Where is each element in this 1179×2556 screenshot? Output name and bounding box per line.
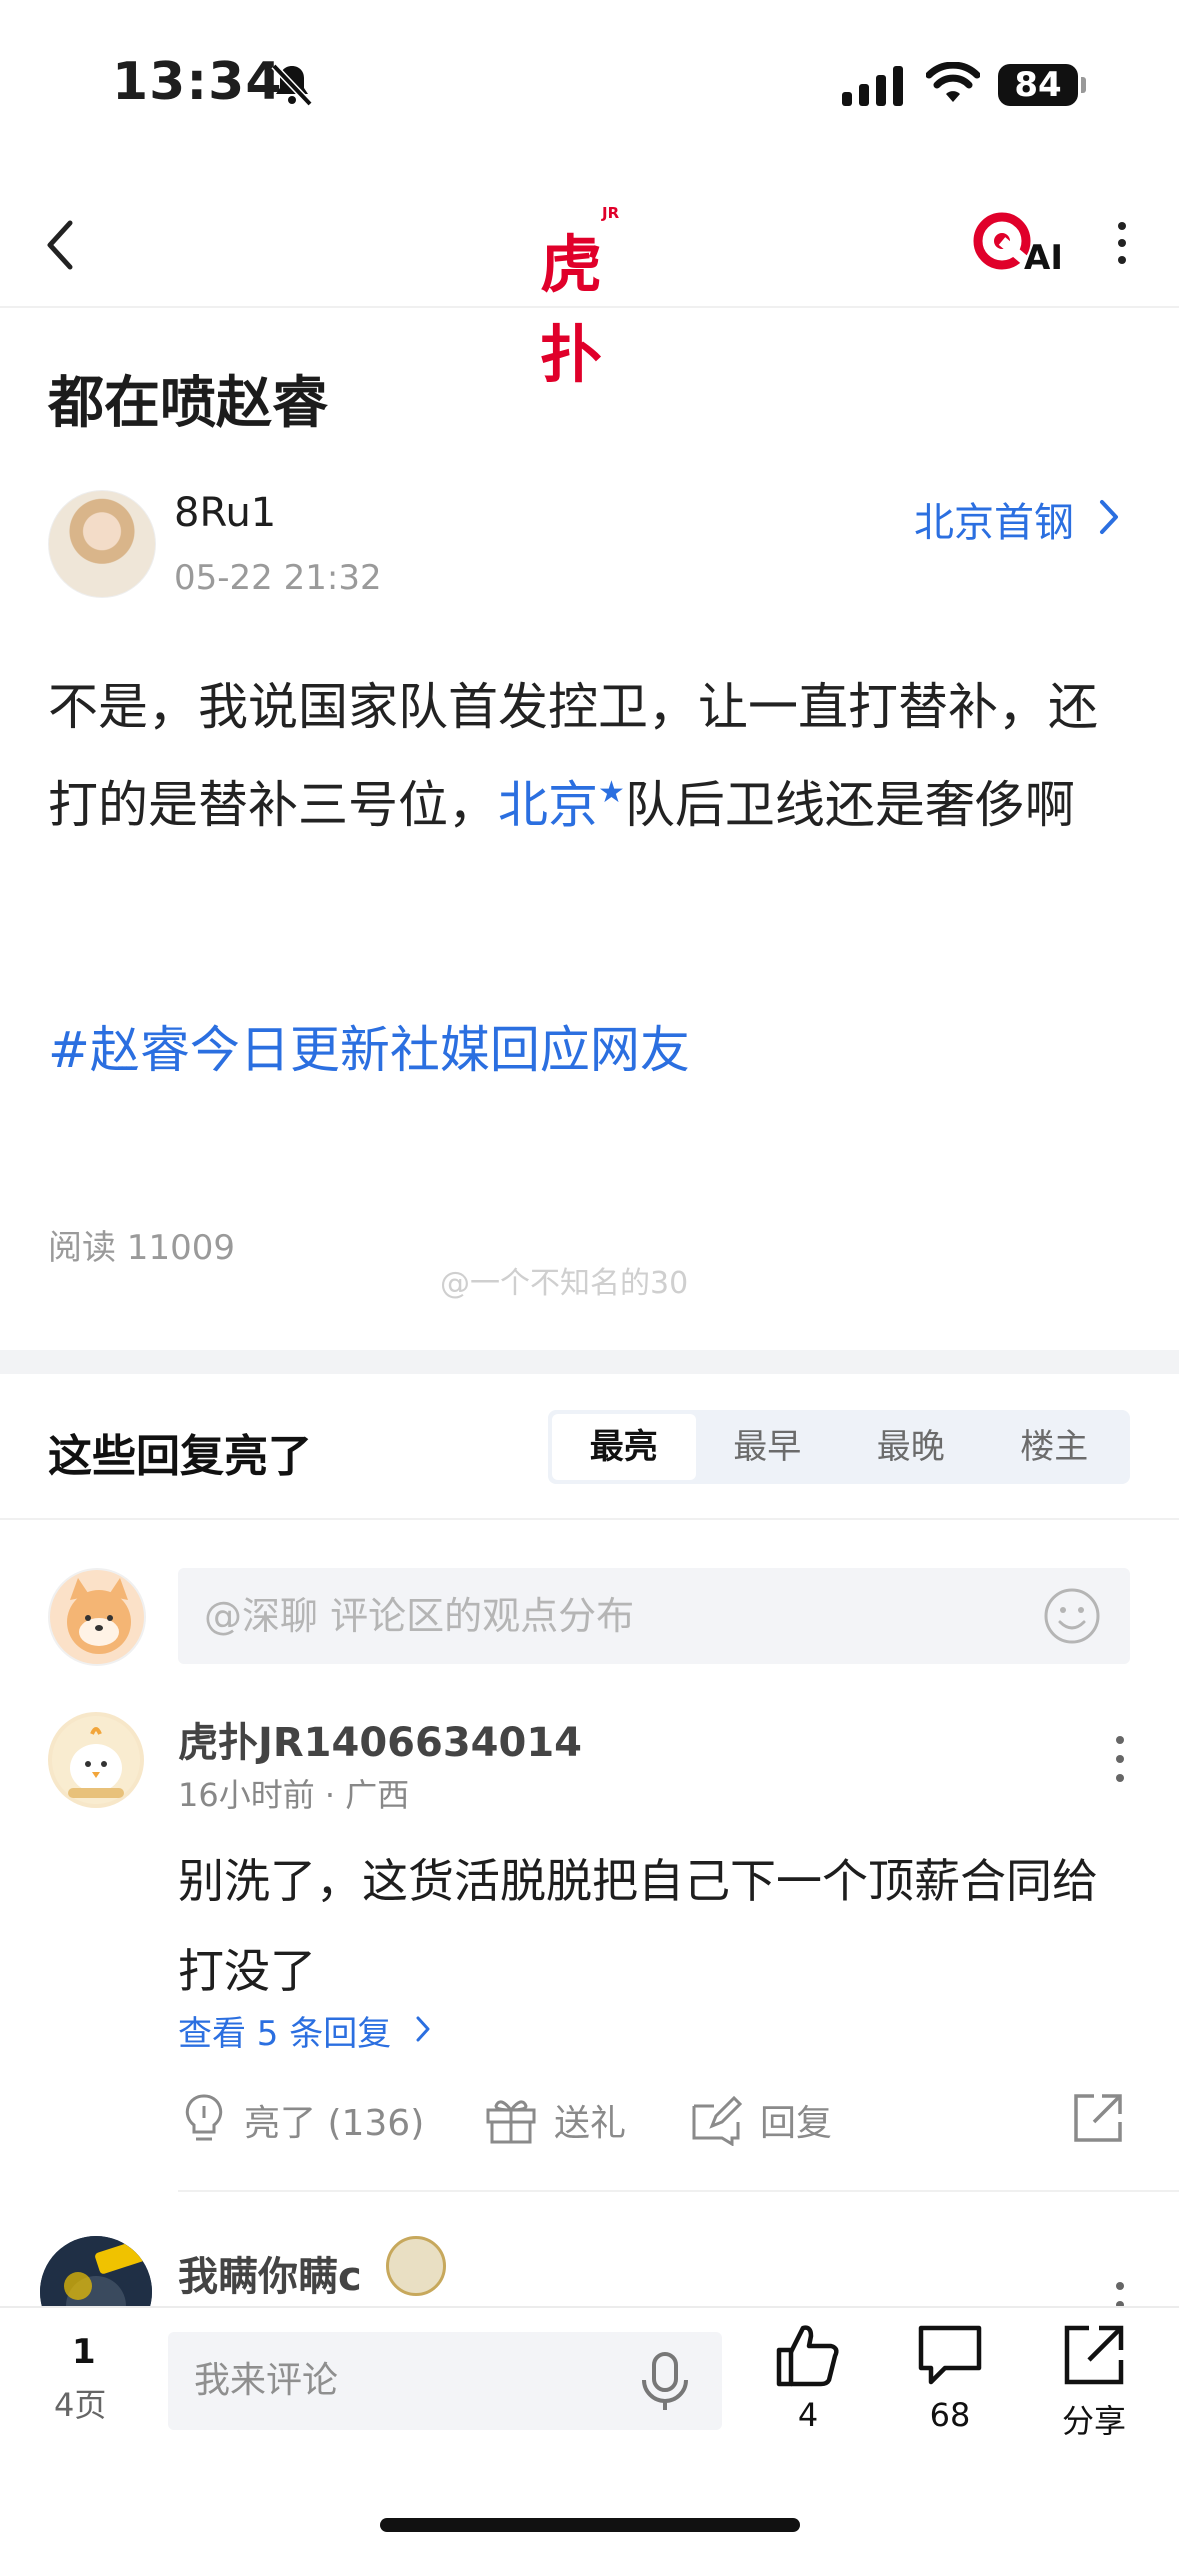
topic-tag[interactable]: #赵睿今日更新社媒回应网友 [48,1010,690,1082]
share-button[interactable]: 分享 [1056,2322,1132,2452]
status-time: 13:34 [112,52,283,112]
author-name[interactable]: 8Ru1 [174,490,276,536]
ai-label[interactable]: AI [1024,238,1063,278]
bell-slash-icon [271,63,313,107]
share-out-icon[interactable] [1070,2090,1126,2146]
replies-section-title: 这些回复亮了 [48,1431,312,1482]
author-avatar[interactable] [48,490,156,598]
light-button[interactable]: 亮了 (136) [180,2080,424,2160]
reply-edit-icon [692,2095,743,2146]
comment-meta: 16小时前 · 广西 [178,1776,410,1814]
tab-earliest[interactable]: 最早 [696,1414,840,1480]
comment-text: 别洗了，这货活脱脱把自己下一个顶薪合同给打没了 [178,1854,1098,1998]
user-badge-icon [386,2236,446,2296]
like-count: 4 [797,2396,819,2434]
read-count: 阅读 11009 [48,1228,235,1268]
divider [178,2190,1179,2192]
share-label: 分享 [1061,2402,1126,2440]
chevron-right-icon[interactable] [1096,496,1120,538]
post-body: 不是，我说国家队首发控卫，让一直打替补，还打的是替补三号位，北京★队后卫线还是奢… [48,664,1138,848]
divider [0,1518,1179,1520]
sort-tabs: 最亮 最早 最晚 楼主 [548,1410,1130,1484]
light-count: 亮了 (136) [244,2103,425,2144]
back-icon[interactable] [40,215,80,275]
gift-button[interactable]: 送礼 [484,2080,626,2160]
commenter-name[interactable]: 我瞒你瞒c [178,2244,362,2302]
mic-icon[interactable] [638,2350,692,2414]
logo-text: 虎扑 [540,228,602,391]
commenter-avatar[interactable] [48,1712,144,1808]
view-replies-link[interactable]: 查看 5 条回复 [178,2006,391,2055]
post-body-part2: 队后卫线还是奢侈啊 [624,776,1075,834]
chick-avatar-icon [52,1716,140,1804]
lightbulb-icon [185,2094,223,2141]
like-button[interactable]: 4 [770,2322,846,2452]
gift-label: 送礼 [554,2103,627,2144]
board-link[interactable]: 北京首钢 [914,490,1074,548]
section-separator [0,1350,1179,1374]
my-avatar[interactable] [48,1568,146,1666]
beijing-link[interactable]: 北京 [498,776,598,834]
comment-bubble-icon [918,2325,982,2385]
comment-count: 68 [929,2396,971,2434]
tab-hottest[interactable]: 最亮 [552,1414,696,1480]
reply-button[interactable]: 回复 [688,2080,832,2160]
wifi-icon [926,62,980,102]
commenter-name[interactable]: 虎扑JR1406634014 [178,1710,582,1768]
link-star-icon: ★ [598,775,625,810]
current-page[interactable]: 1 [72,2332,96,2372]
watermark: @一个不知名的30 [440,1266,689,1301]
dog-avatar-icon [67,1578,131,1654]
smile-icon[interactable] [1042,1586,1102,1646]
thumbs-up-icon [776,2325,839,2387]
post-title: 都在喷赵睿 [48,371,328,436]
tab-latest[interactable]: 最晚 [839,1414,983,1480]
comments-button[interactable]: 68 [912,2322,988,2452]
total-pages[interactable]: 4页 [54,2380,106,2426]
tab-op-only[interactable]: 楼主 [983,1414,1127,1480]
post-time: 05-22 21:32 [174,558,382,598]
battery-indicator: 84 [998,64,1086,106]
deep-talk-input[interactable]: @深聊 评论区的观点分布 [178,1568,1130,1664]
home-indicator [380,2518,800,2532]
nav-divider [0,306,1179,308]
gift-icon [486,2100,536,2144]
hupu-logo[interactable]: JR 虎扑 [540,200,640,391]
reply-label: 回复 [760,2103,833,2144]
chevron-right-icon[interactable] [414,2014,432,2044]
more-icon[interactable] [1108,1730,1132,1788]
signal-icon [842,66,903,106]
share-out-icon [1064,2325,1124,2385]
more-icon[interactable] [1110,218,1134,268]
